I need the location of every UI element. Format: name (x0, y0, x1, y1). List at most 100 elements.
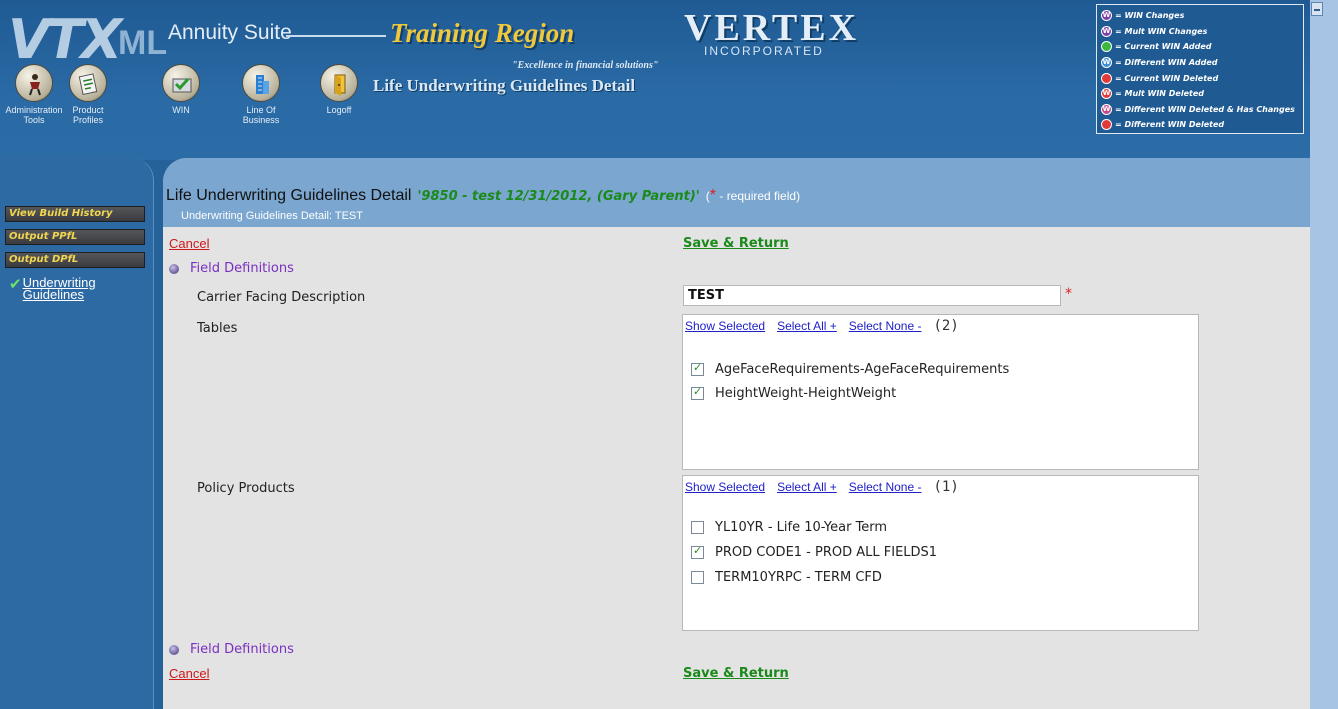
tables-toolbar: Show Selected Select All + Select None - (2… (685, 318, 959, 334)
list-item: HeightWeight-HeightWeight (691, 385, 897, 401)
field-definitions-label: Field Definitions (190, 642, 294, 657)
win-badge-icon: W (1101, 10, 1112, 22)
nav-win[interactable]: WIN (151, 64, 211, 115)
required-star: * (1065, 286, 1072, 302)
legend-item: = Different WIN Deleted (1101, 117, 1299, 133)
legend-item: W = Different WIN Deleted & Has Changes (1101, 102, 1299, 118)
list-item: AgeFaceRequirements-AgeFaceRequirements (691, 361, 1010, 377)
nav-label: WIN (172, 105, 190, 115)
list-item: PROD CODE1 - PROD ALL FIELDS1 (691, 544, 938, 560)
nav-administration-tools[interactable]: Administration Tools (4, 64, 64, 125)
nav-label: Product (72, 105, 104, 115)
app-header: VTX ML Annuity Suite Training Region VER… (0, 0, 1310, 160)
nav-label: Profiles (72, 115, 103, 125)
person-icon (15, 64, 53, 102)
door-icon (320, 64, 358, 102)
checkbox[interactable] (691, 521, 704, 534)
required-star: * (709, 187, 717, 204)
legend-item: W = Mult WIN Deleted (1101, 86, 1299, 102)
products-toolbar: Show Selected Select All + Select None - (1… (685, 479, 959, 495)
win-badge-icon (1101, 72, 1112, 84)
save-return-link-top[interactable]: Save & Return (683, 236, 789, 251)
tables-label: Tables (197, 321, 238, 336)
legend-text: = Different WIN Added (1115, 58, 1218, 68)
win-badge-icon: W (1101, 88, 1112, 100)
legend-item: W = WIN Changes (1101, 8, 1299, 24)
list-item-label: TERM10YRPC - TERM CFD (715, 570, 882, 585)
region-title: Training Region (390, 18, 575, 48)
required-text: - required field) (719, 189, 801, 203)
sidebar-item-underwriting-guidelines[interactable]: ✔ Underwriting Guidelines (9, 275, 113, 302)
field-definitions-toggle-bottom[interactable]: Field Definitions (169, 642, 294, 657)
vtx-logo: VTX (8, 8, 122, 71)
main-panel: Life Underwriting Guidelines Detail '9850… (163, 158, 1310, 709)
legend-item: W = Different WIN Added (1101, 55, 1299, 71)
suite-name: Annuity Suite (168, 21, 292, 44)
collapse-button[interactable] (1311, 2, 1323, 16)
select-all-link[interactable]: Select All + (777, 480, 837, 494)
list-item: TERM10YRPC - TERM CFD (691, 570, 882, 585)
select-all-link[interactable]: Select All + (777, 319, 837, 333)
nav-label: Administration (5, 105, 63, 115)
carrier-facing-description-input[interactable]: TEST (683, 285, 1061, 306)
checkmark-icon: ✔ (9, 275, 22, 293)
list-item: YL10YR - Life 10-Year Term (691, 520, 887, 535)
list-item-label: PROD CODE1 - PROD ALL FIELDS1 (715, 545, 938, 560)
nav-label: Line Of (246, 105, 276, 115)
page-subtitle: Underwriting Guidelines Detail: TEST (181, 210, 363, 222)
win-badge-icon: W (1101, 25, 1112, 37)
vertex-incorporated: INCORPORATED (704, 44, 824, 58)
output-ppfl-button[interactable]: Output PPfL (5, 229, 145, 245)
select-none-link[interactable]: Select None - (849, 319, 922, 333)
bullet-icon (169, 263, 179, 274)
show-selected-link[interactable]: Show Selected (685, 480, 765, 494)
field-definitions-toggle-top[interactable]: Field Definitions (169, 261, 294, 276)
header-page-title: Life Underwriting Guidelines Detail (373, 76, 636, 95)
cancel-link-bottom[interactable]: Cancel (169, 666, 209, 681)
win-legend: W = WIN Changes W = Mult WIN Changes = Cur… (1096, 4, 1304, 134)
vertical-scrollbar[interactable] (1310, 0, 1338, 709)
suite-divider (286, 35, 386, 37)
legend-text: = Current WIN Added (1115, 42, 1212, 52)
sidebar-item-label: Underwriting Guidelines (22, 275, 96, 302)
legend-item: = Current WIN Added (1101, 39, 1299, 55)
list-item-label: AgeFaceRequirements-AgeFaceRequirements (715, 362, 1010, 377)
legend-item: W = Mult WIN Changes (1101, 24, 1299, 40)
tables-listbox: Show Selected Select All + Select None - (2… (682, 314, 1199, 470)
selected-count: (1) (933, 479, 959, 495)
field-definitions-label: Field Definitions (190, 261, 294, 276)
page-header: Life Underwriting Guidelines Detail '9850… (163, 158, 1310, 227)
view-build-history-button[interactable]: View Build History (5, 206, 145, 222)
nav-product-profiles[interactable]: Product Profiles (58, 64, 118, 125)
win-badge-icon: W (1101, 57, 1112, 69)
nav-logoff[interactable]: Logoff (309, 64, 369, 115)
legend-text: = WIN Changes (1115, 11, 1185, 21)
checkbox[interactable] (691, 385, 704, 400)
nav-line-of-business[interactable]: Line Of Business (231, 64, 291, 125)
checkbox[interactable] (691, 571, 704, 584)
checkbox[interactable] (691, 361, 704, 376)
legend-text: = Different WIN Deleted (1115, 120, 1225, 130)
list-item-label: HeightWeight-HeightWeight (715, 386, 897, 401)
cancel-link-top[interactable]: Cancel (169, 236, 209, 251)
sidebar: View Build History Output PPfL Output DP… (0, 158, 154, 709)
selected-count: (2) (933, 318, 959, 334)
win-badge-icon (1101, 41, 1112, 53)
show-selected-link[interactable]: Show Selected (685, 319, 765, 333)
record-context: '9850 - test 12/31/2012, (Gary Parent)' (417, 189, 700, 204)
vertex-slogan: "Excellence in financial solutions" (512, 60, 659, 71)
checkbox[interactable] (691, 544, 704, 559)
win-badge-icon: W (1101, 103, 1112, 115)
policy-products-label: Policy Products (197, 481, 295, 496)
page-title-row: Life Underwriting Guidelines Detail '9850… (166, 187, 800, 205)
select-none-link[interactable]: Select None - (849, 480, 922, 494)
legend-text: = Mult WIN Deleted (1115, 89, 1204, 99)
bullet-icon (169, 644, 179, 655)
legend-item: = Current WIN Deleted (1101, 70, 1299, 86)
output-dpfl-button[interactable]: Output DPfL (5, 252, 145, 268)
document-icon (69, 64, 107, 102)
carrier-facing-description-label: Carrier Facing Description (197, 290, 366, 305)
save-return-link-bottom[interactable]: Save & Return (683, 666, 789, 681)
win-badge-icon (1101, 119, 1112, 131)
legend-text: = Mult WIN Changes (1115, 26, 1208, 36)
